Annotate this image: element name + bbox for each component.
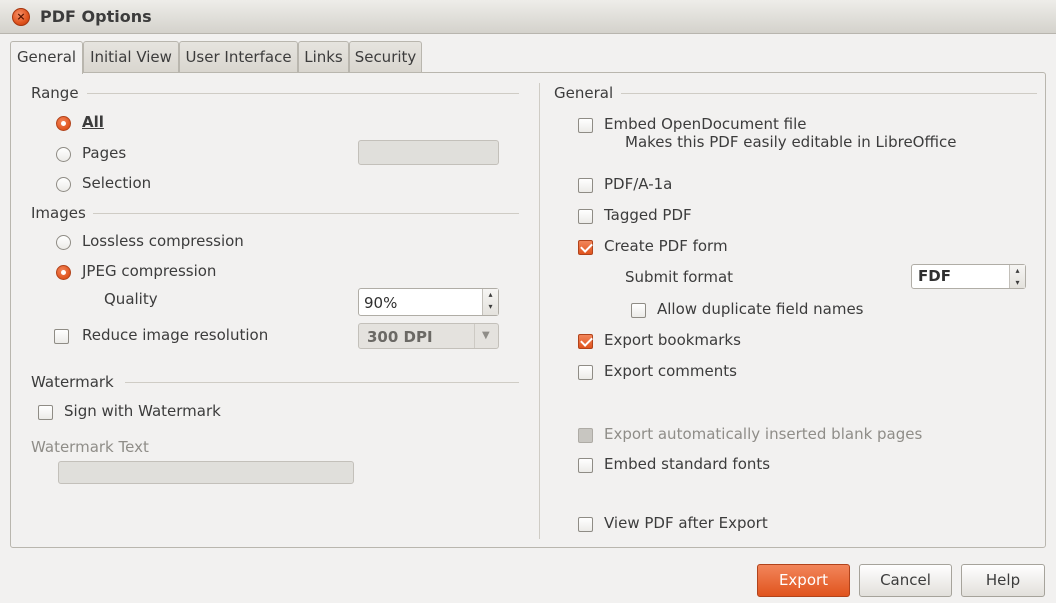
button-bar: Export Cancel Help xyxy=(0,552,1056,603)
export-comments-label[interactable]: Export comments xyxy=(604,362,737,380)
sign-watermark-label[interactable]: Sign with Watermark xyxy=(64,402,221,420)
tab-security[interactable]: Security xyxy=(349,41,422,72)
jpeg-compression-radio[interactable] xyxy=(56,265,71,280)
embed-fonts-label[interactable]: Embed standard fonts xyxy=(604,455,770,473)
cancel-button[interactable]: Cancel xyxy=(859,564,952,597)
allow-duplicate-label[interactable]: Allow duplicate field names xyxy=(657,300,864,318)
watermark-text-label: Watermark Text xyxy=(31,438,149,456)
create-form-label[interactable]: Create PDF form xyxy=(604,237,728,255)
tagged-pdf-label[interactable]: Tagged PDF xyxy=(604,206,692,224)
tagged-pdf-checkbox[interactable] xyxy=(578,209,593,224)
images-section-title: Images xyxy=(31,204,86,222)
range-selection-radio[interactable] xyxy=(56,177,71,192)
general-tab-panel: Range All Pages Selection Images Lossles… xyxy=(10,72,1046,548)
embed-fonts-checkbox[interactable] xyxy=(578,458,593,473)
tab-links[interactable]: Links xyxy=(298,41,349,72)
view-after-export-checkbox[interactable] xyxy=(578,517,593,532)
export-bookmarks-label[interactable]: Export bookmarks xyxy=(604,331,741,349)
reduce-resolution-label[interactable]: Reduce image resolution xyxy=(82,326,268,344)
embed-odf-label[interactable]: Embed OpenDocument file xyxy=(604,115,807,133)
embed-odf-checkbox[interactable] xyxy=(578,118,593,133)
quality-label: Quality xyxy=(104,290,158,308)
embed-odf-hint: Makes this PDF easily editable in LibreO… xyxy=(625,133,957,151)
range-all-radio[interactable] xyxy=(56,116,71,131)
tab-initial-view[interactable]: Initial View xyxy=(83,41,179,72)
export-blank-pages-checkbox[interactable] xyxy=(578,428,593,443)
sign-watermark-checkbox[interactable] xyxy=(38,405,53,420)
submit-format-stepper-icon[interactable]: ▴ ▾ xyxy=(1009,265,1025,288)
close-icon[interactable]: × xyxy=(12,8,30,26)
quality-stepper-icon[interactable]: ▴ ▾ xyxy=(482,289,498,315)
watermark-divider xyxy=(125,382,519,383)
pdfa-label[interactable]: PDF/A-1a xyxy=(604,175,672,193)
range-selection-label[interactable]: Selection xyxy=(82,174,151,192)
range-divider xyxy=(87,93,519,94)
column-separator xyxy=(539,83,540,539)
chevron-down-icon: ▼ xyxy=(474,324,498,348)
help-button[interactable]: Help xyxy=(961,564,1045,597)
create-form-checkbox[interactable] xyxy=(578,240,593,255)
pdfa-checkbox[interactable] xyxy=(578,178,593,193)
quality-spinbox[interactable]: 90% ▴ ▾ xyxy=(358,288,499,316)
lossless-compression-label[interactable]: Lossless compression xyxy=(82,232,244,250)
range-pages-label[interactable]: Pages xyxy=(82,144,126,162)
submit-format-dropdown[interactable]: FDF ▴ ▾ xyxy=(911,264,1026,289)
dialog-title: PDF Options xyxy=(40,7,152,26)
tab-general[interactable]: General xyxy=(10,41,83,74)
range-section-title: Range xyxy=(31,84,79,102)
range-all-label[interactable]: All xyxy=(82,113,104,131)
watermark-section-title: Watermark xyxy=(31,373,114,391)
lossless-compression-radio[interactable] xyxy=(56,235,71,250)
title-bar: × PDF Options xyxy=(0,0,1056,34)
reduce-resolution-checkbox[interactable] xyxy=(54,329,69,344)
allow-duplicate-checkbox[interactable] xyxy=(631,303,646,318)
jpeg-compression-label[interactable]: JPEG compression xyxy=(82,262,216,280)
pdf-options-dialog: × PDF Options General Initial View User … xyxy=(0,0,1056,603)
tab-user-interface[interactable]: User Interface xyxy=(179,41,298,72)
watermark-text-input[interactable] xyxy=(58,461,354,484)
general-section-title: General xyxy=(554,84,614,102)
pages-input[interactable] xyxy=(358,140,499,165)
export-button[interactable]: Export xyxy=(757,564,850,597)
view-after-export-label[interactable]: View PDF after Export xyxy=(604,514,768,532)
range-pages-radio[interactable] xyxy=(56,147,71,162)
submit-format-label: Submit format xyxy=(625,268,734,286)
resolution-dropdown[interactable]: 300 DPI ▼ xyxy=(358,323,499,349)
general-divider xyxy=(621,93,1037,94)
export-bookmarks-checkbox[interactable] xyxy=(578,334,593,349)
export-blank-pages-label[interactable]: Export automatically inserted blank page… xyxy=(604,425,922,443)
images-divider xyxy=(93,213,519,214)
export-comments-checkbox[interactable] xyxy=(578,365,593,380)
